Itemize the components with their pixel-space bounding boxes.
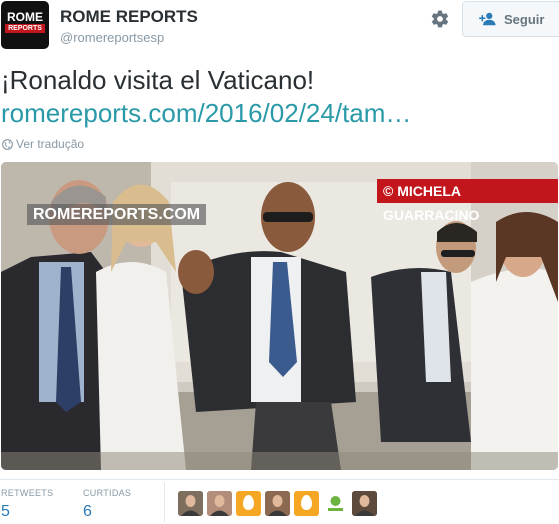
retweets-label: RETWEETS xyxy=(1,488,54,498)
tweet-link-line: romereports.com/2016/02/24/tam… xyxy=(1,97,557,130)
follow-button[interactable]: Seguir xyxy=(462,1,559,37)
gear-icon[interactable] xyxy=(430,9,450,29)
likes-count: 6 xyxy=(83,503,92,520)
likes-stat[interactable]: CURTIDAS 6 xyxy=(83,488,131,522)
liker-avatar[interactable] xyxy=(294,491,319,516)
add-user-icon xyxy=(479,12,496,26)
tweet-text: ¡Ronaldo visita el Vaticano! xyxy=(1,65,315,95)
retweets-count: 5 xyxy=(1,503,10,520)
stats-separator xyxy=(164,482,165,522)
liker-avatar[interactable] xyxy=(323,491,348,516)
retweets-stat[interactable]: RETWEETS 5 xyxy=(1,488,53,522)
liker-avatar[interactable] xyxy=(178,491,203,516)
globe-icon xyxy=(2,138,13,150)
liker-avatar[interactable] xyxy=(207,491,232,516)
avatar-logo-text: ROME xyxy=(7,10,43,24)
liker-avatar[interactable] xyxy=(265,491,290,516)
photo-watermark-left: ROMEREPORTS.COM xyxy=(27,204,207,225)
photo-watermark-right: © MICHELA GUARRACINO xyxy=(377,179,558,223)
tweet-photo[interactable]: ROMEREPORTS.COM © MICHELA GUARRACINO xyxy=(1,162,558,470)
account-avatar[interactable]: ROME REPORTS xyxy=(1,1,49,49)
liker-avatars xyxy=(178,491,381,516)
stats-divider xyxy=(0,479,559,480)
follow-label: Seguir xyxy=(504,11,545,27)
translate-link[interactable]: Ver tradução xyxy=(2,137,84,151)
avatar-logo-bar: REPORTS xyxy=(5,24,45,33)
likes-label: CURTIDAS xyxy=(83,488,132,498)
liker-avatar[interactable] xyxy=(236,491,261,516)
liker-avatar[interactable] xyxy=(352,491,377,516)
screen-name[interactable]: @romereportsesp xyxy=(60,30,164,46)
tweet-header: ROME REPORTS ROME REPORTS @romereportses… xyxy=(0,0,559,52)
tweet-link[interactable]: romereports.com/2016/02/24/tam… xyxy=(1,98,411,128)
translate-label: Ver tradução xyxy=(16,137,85,151)
display-name[interactable]: ROME REPORTS xyxy=(60,7,198,27)
